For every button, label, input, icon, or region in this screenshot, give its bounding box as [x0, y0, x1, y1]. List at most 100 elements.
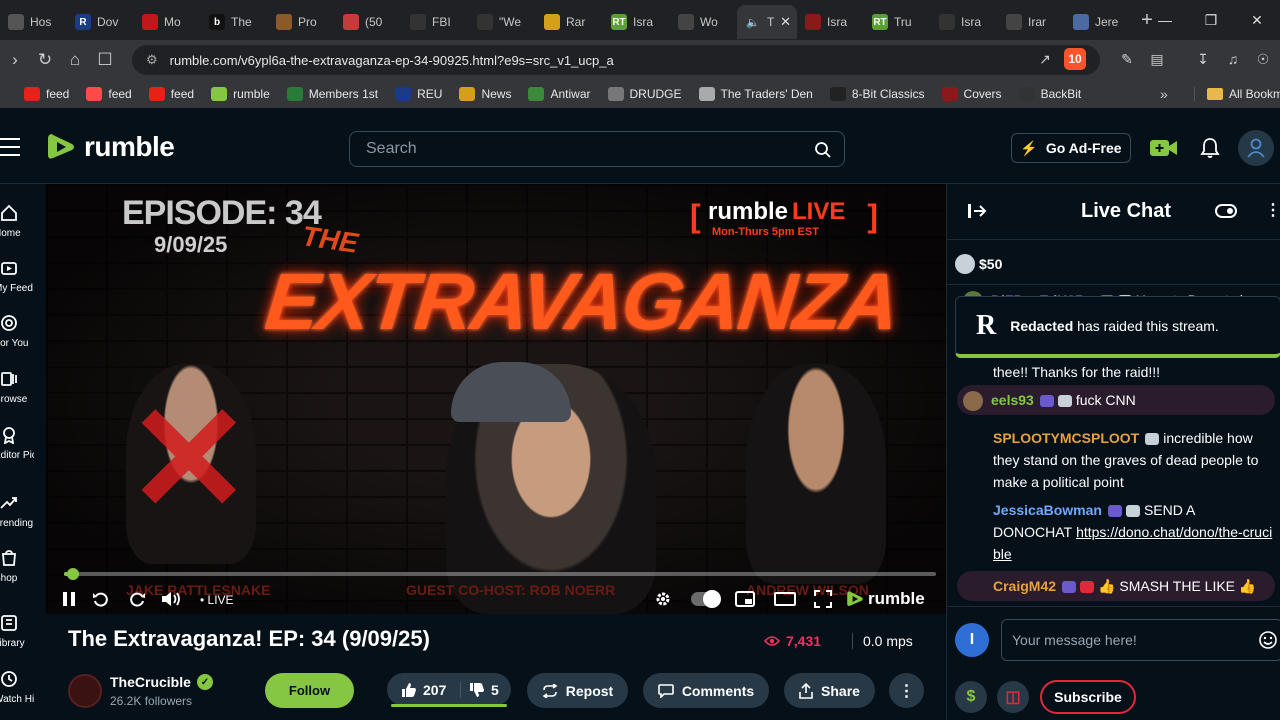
vpn-icon[interactable]: ☉	[1252, 48, 1274, 70]
browser-tab[interactable]: Wo	[670, 5, 737, 39]
media-icon[interactable]: ▤	[1146, 48, 1168, 70]
emoji-icon[interactable]	[1258, 630, 1278, 650]
chat-username[interactable]: CraigM42	[993, 578, 1056, 594]
chat-username[interactable]: eels93	[991, 392, 1034, 408]
sidebar-item-shop[interactable]: Shop	[0, 549, 46, 584]
browser-tab[interactable]: (50	[335, 5, 402, 39]
bookmark-item[interactable]: Members 1st	[286, 87, 378, 101]
follow-button[interactable]: Follow	[265, 673, 354, 708]
forward-skip-icon[interactable]	[126, 588, 148, 610]
bookmark-item[interactable]: 8-Bit Classics	[829, 87, 925, 101]
pinned-rant[interactable]: $50	[955, 252, 1002, 276]
bookmark-item[interactable]: The Traders' Den	[698, 87, 813, 101]
download-icon[interactable]: ↧	[1192, 48, 1214, 70]
dollar-icon[interactable]: $	[955, 681, 987, 713]
bookmark-icon[interactable]: ☐	[90, 50, 120, 70]
subscribe-button[interactable]: Subscribe	[1040, 680, 1136, 714]
progress-bar[interactable]	[64, 568, 936, 580]
bookmark-item[interactable]: Covers	[941, 87, 1002, 101]
minimize-icon[interactable]: —	[1142, 0, 1188, 40]
browser-tab[interactable]: R Dov	[67, 5, 134, 39]
miniplayer-icon[interactable]	[734, 588, 756, 610]
channel-name[interactable]: TheCrucible	[110, 674, 191, 690]
chat-user-avatar[interactable]: I	[955, 623, 989, 657]
share-button[interactable]: Share	[784, 673, 875, 708]
browser-tab[interactable]: "We	[469, 5, 536, 39]
user-avatar[interactable]	[1238, 130, 1274, 166]
more-options-icon[interactable]: ⋮	[889, 673, 924, 708]
bookmark-item[interactable]: feed	[148, 87, 194, 101]
chat-menu-icon[interactable]: ⋮	[1265, 200, 1280, 220]
browser-tab[interactable]: Isra	[931, 5, 998, 39]
like-button[interactable]: 207	[387, 681, 461, 698]
home-browser-icon[interactable]: ⌂	[60, 50, 90, 70]
chat-message-input[interactable]	[1012, 632, 1242, 648]
browser-tab[interactable]: Irar	[998, 5, 1065, 39]
browser-tab[interactable]: Isra	[797, 5, 864, 39]
search-input[interactable]	[366, 140, 806, 158]
browser-tab[interactable]: FBI	[402, 5, 469, 39]
sidebar-item-for-you[interactable]: For You	[0, 314, 46, 349]
channel-avatar[interactable]	[68, 674, 102, 708]
brave-shield-icon[interactable]: 10	[1064, 48, 1086, 70]
browser-tab[interactable]: Hos	[0, 5, 67, 39]
search-box[interactable]	[349, 131, 845, 167]
volume-icon[interactable]	[160, 588, 182, 610]
bookmark-item[interactable]: BackBit	[1018, 87, 1081, 101]
forward-icon[interactable]: ›	[0, 50, 30, 70]
chat-username[interactable]: JessicaBowman	[993, 502, 1102, 518]
fullscreen-icon[interactable]	[812, 588, 834, 610]
bookmark-item[interactable]: rumble	[211, 87, 270, 101]
dislike-button[interactable]: 5	[461, 682, 499, 698]
comments-button[interactable]: Comments	[643, 673, 769, 708]
browser-tab[interactable]: Rar	[536, 5, 603, 39]
extensions-icon[interactable]: ✎	[1116, 48, 1138, 70]
bookmark-item[interactable]: Antiwar	[528, 87, 591, 101]
browser-tab[interactable]: b The	[201, 5, 268, 39]
progress-knob[interactable]	[66, 568, 79, 580]
search-icon[interactable]	[814, 141, 832, 159]
chat-username[interactable]: SPLOOTYMCSPLOOT	[993, 430, 1139, 446]
repost-button[interactable]: Repost	[527, 673, 628, 708]
theater-icon[interactable]	[774, 588, 796, 610]
go-live-icon[interactable]	[1150, 139, 1178, 157]
rewind-icon[interactable]	[90, 588, 112, 610]
video-player[interactable]: ✕ EPISODE: 34 9/09/25 THE EXTRAVAGANZA […	[46, 184, 946, 614]
rumble-logo[interactable]: rumble	[46, 131, 175, 163]
bookmark-item[interactable]: REU	[395, 87, 442, 101]
browser-tab[interactable]: RT Isra	[603, 5, 670, 39]
sidebar-item-my-feed[interactable]: My Feed	[0, 259, 46, 294]
gift-icon[interactable]: ◫	[997, 681, 1029, 713]
settings-icon[interactable]	[652, 588, 674, 610]
chat-mode-icon[interactable]	[1215, 202, 1237, 220]
autoplay-toggle[interactable]	[691, 590, 721, 608]
player-rumble-logo[interactable]: rumble	[846, 589, 925, 609]
browser-tab[interactable]: 🔈 T ✕	[737, 5, 797, 39]
share-page-icon[interactable]: ↗	[1034, 48, 1056, 70]
bookmark-item[interactable]: DRUDGE	[607, 87, 682, 101]
url-field[interactable]: ⚙ rumble.com/v6ypl6a-the-extravaganza-ep…	[132, 45, 1100, 75]
sidebar-item-library[interactable]: Library	[0, 614, 46, 649]
sidebar-item-browse[interactable]: Browse	[0, 370, 46, 405]
bookmarks-overflow-icon[interactable]: »	[1160, 86, 1168, 102]
sidebar-item-editor-picks[interactable]: Editor Picks	[0, 426, 46, 461]
pause-icon[interactable]	[58, 588, 80, 610]
go-ad-free-button[interactable]: ⚡ Go Ad-Free	[1011, 133, 1131, 163]
music-icon[interactable]: ♫	[1222, 48, 1244, 70]
channel-name-row[interactable]: TheCrucible ✓	[110, 674, 213, 690]
reload-icon[interactable]: ↻	[30, 50, 60, 70]
bookmark-item[interactable]: feed	[24, 87, 69, 101]
close-tab-icon[interactable]: ✕	[780, 14, 791, 30]
sidebar-item-home[interactable]: Home	[0, 204, 46, 239]
bookmark-item[interactable]: feed	[86, 87, 132, 101]
browser-tab[interactable]: Mo	[134, 5, 201, 39]
bookmark-item[interactable]: News	[459, 87, 511, 101]
bell-icon[interactable]	[1198, 136, 1222, 160]
browser-tab[interactable]: RT Tru	[864, 5, 931, 39]
chat-input-box[interactable]	[1001, 619, 1280, 661]
menu-icon[interactable]	[0, 138, 20, 162]
browser-tab[interactable]: Jere	[1065, 5, 1132, 39]
sidebar-item-watch-history[interactable]: Watch History	[0, 670, 46, 705]
collapse-chat-icon[interactable]	[967, 202, 987, 220]
restore-icon[interactable]: ❐	[1188, 0, 1234, 40]
